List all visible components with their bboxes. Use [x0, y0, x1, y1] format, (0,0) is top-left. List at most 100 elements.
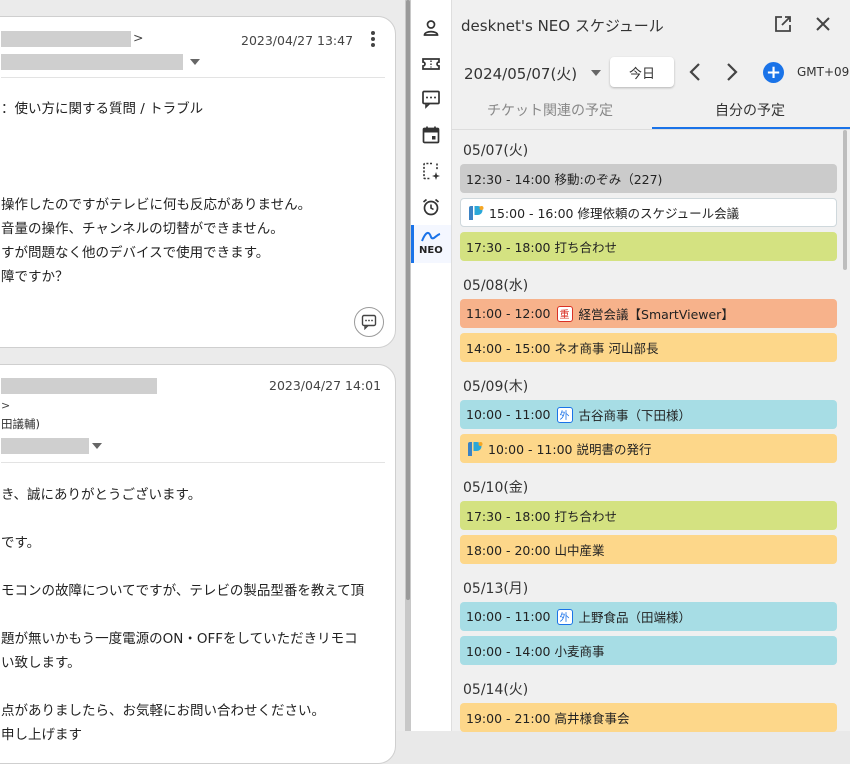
redacted-sender-name [1, 378, 157, 394]
event-item[interactable]: 15:00 - 16:00 修理依頼のスケジュール会議 [460, 198, 837, 227]
calendar-icon[interactable] [417, 121, 445, 149]
next-button[interactable] [720, 60, 744, 84]
tab-ticket-events[interactable]: チケット関連の予定 [487, 100, 613, 120]
sender-name-fragment: 田議輔) [1, 417, 40, 431]
event-item[interactable]: 18:00 - 20:00 山中産業 [460, 535, 837, 564]
schedule-panel: desknet's NEO スケジュール 2024/05/07(火) 今日 + … [452, 0, 850, 732]
event-item[interactable]: 10:00 - 14:00 小麦商事 [460, 636, 837, 665]
chevron-right-icon [727, 63, 738, 81]
event-text: 古谷商事（下田様） [578, 408, 692, 423]
active-tab-indicator [652, 127, 850, 129]
neo-icon [417, 226, 445, 246]
important-badge: 重 [556, 305, 573, 322]
chevron-left-icon [689, 63, 700, 81]
event-item[interactable]: 10:00 - 11:00 外 上野食品（田端様） [460, 602, 837, 631]
message-line: すが問題なく他のデバイスで使用できます。 [1, 245, 270, 261]
external-badge: 外 [556, 406, 573, 423]
expand-recipients-icon[interactable] [190, 59, 200, 65]
event-text: 19:00 - 21:00 高井様食事会 [466, 711, 630, 726]
close-button[interactable] [811, 12, 835, 36]
expand-recipients-icon[interactable] [92, 443, 102, 449]
scrollbar-thumb[interactable] [406, 0, 410, 600]
alarm-icon[interactable] [417, 193, 445, 221]
day-heading: 05/14(火) [463, 682, 529, 698]
sender-suffix: > [1, 399, 11, 412]
today-button[interactable]: 今日 [610, 57, 674, 87]
more-options-icon[interactable] [361, 29, 385, 53]
event-time: 10:00 - 11:00 [466, 407, 551, 422]
event-time: 11:00 - 12:00 [466, 306, 551, 321]
prev-button[interactable] [683, 60, 707, 84]
open-external-button[interactable] [771, 12, 795, 36]
event-item[interactable]: 19:00 - 21:00 高井様食事会 [460, 703, 837, 732]
event-text: 17:30 - 18:00 打ち合わせ [466, 509, 617, 524]
external-badge: 外 [556, 608, 573, 625]
message-line: 申し上げます [1, 727, 82, 743]
date-dropdown-icon[interactable] [591, 70, 601, 76]
plus-icon: + [765, 61, 782, 83]
day-heading: 05/07(火) [463, 143, 529, 159]
email-thread-pane: > 2023/04/27 13:47 ：使い方に関する質問 / トラブル 操作し… [0, 0, 405, 764]
event-item[interactable]: 10:00 - 11:00 外 古谷商事（下田様） [460, 400, 837, 429]
message-line: 操作したのですがテレビに何も反応がありません。 [1, 197, 312, 213]
event-text: 14:00 - 15:00 ネオ商事 河山部長 [466, 341, 659, 356]
message-line: き、誠にありがとうございます。 [1, 487, 202, 503]
event-text: 経営会議【SmartViewer】 [578, 307, 734, 322]
ticket-icon[interactable] [417, 50, 445, 78]
redacted-recipient [1, 438, 89, 454]
event-item[interactable]: 17:30 - 18:00 打ち合わせ [460, 232, 837, 261]
event-item[interactable]: 11:00 - 12:00 重 経営会議【SmartViewer】 [460, 299, 837, 328]
comment-icon [361, 314, 377, 330]
event-text: 上野食品（田端様） [578, 610, 692, 625]
side-icon-bar: NEO [411, 0, 452, 731]
day-heading: 05/09(木) [463, 379, 529, 395]
email-message-card: 2023/04/27 14:01 > 田議輔) き、誠にありがとうございます。 … [0, 364, 396, 764]
message-line: モコンの故障についてですが、テレビの製品型番を教えて頂 [1, 583, 365, 599]
message-line: ：使い方に関する質問 / トラブル [1, 101, 204, 117]
event-text: 15:00 - 16:00 修理依頼のスケジュール会議 [489, 206, 740, 221]
event-text: 18:00 - 20:00 山中産業 [466, 543, 605, 558]
reply-comment-button[interactable] [354, 307, 384, 337]
comment-icon[interactable] [417, 85, 445, 113]
message-timestamp: 2023/04/27 14:01 [269, 378, 382, 393]
email-message-card: > 2023/04/27 13:47 ：使い方に関する質問 / トラブル 操作し… [0, 16, 396, 348]
tabs-divider [452, 129, 850, 130]
event-text: 12:30 - 14:00 移動:のぞみ（227) [466, 172, 663, 187]
event-item[interactable]: 14:00 - 15:00 ネオ商事 河山部長 [460, 333, 837, 362]
close-icon [816, 17, 830, 31]
sender-suffix: > [133, 30, 144, 45]
message-line: い致します。 [1, 655, 81, 671]
app-logo-icon [467, 204, 485, 222]
sparkle-note-icon[interactable] [417, 157, 445, 185]
event-text: 10:00 - 14:00 小麦商事 [466, 644, 605, 659]
event-text: 17:30 - 18:00 打ち合わせ [466, 240, 617, 255]
event-text: 10:00 - 11:00 説明書の発行 [488, 442, 652, 457]
add-event-button[interactable]: + [763, 62, 784, 83]
message-line: 音量の操作、チャンネルの切替ができません。 [1, 221, 284, 237]
day-heading: 05/10(金) [463, 480, 529, 496]
message-timestamp: 2023/04/27 13:47 [241, 33, 354, 48]
day-heading: 05/08(水) [463, 278, 529, 294]
open-external-icon [775, 16, 791, 32]
person-icon[interactable] [417, 14, 445, 42]
app-logo-icon [466, 440, 484, 458]
panel-title: desknet's NEO スケジュール [461, 17, 664, 35]
scrollbar-thumb[interactable] [843, 130, 847, 270]
timezone-label: GMT+09 [797, 65, 850, 79]
date-selector[interactable]: 2024/05/07(火) [464, 63, 577, 84]
event-item[interactable]: 12:30 - 14:00 移動:のぞみ（227) [460, 164, 837, 193]
redacted-recipient [1, 54, 183, 70]
neo-label: NEO [419, 245, 443, 256]
event-item[interactable]: 17:30 - 18:00 打ち合わせ [460, 501, 837, 530]
redacted-sender-name [1, 31, 131, 47]
header-divider [1, 77, 385, 78]
message-line: 題が無いかもう一度電源のON・OFFをしていただきリモコ [1, 631, 358, 647]
event-time: 10:00 - 11:00 [466, 609, 551, 624]
header-divider [1, 462, 385, 463]
message-line: です。 [1, 535, 41, 551]
day-heading: 05/13(月) [463, 581, 529, 597]
tab-my-events[interactable]: 自分の予定 [715, 100, 785, 120]
schedule-scrollbar[interactable] [842, 130, 848, 731]
message-line: 障ですか？ [1, 269, 69, 285]
event-item[interactable]: 10:00 - 11:00 説明書の発行 [460, 434, 837, 463]
